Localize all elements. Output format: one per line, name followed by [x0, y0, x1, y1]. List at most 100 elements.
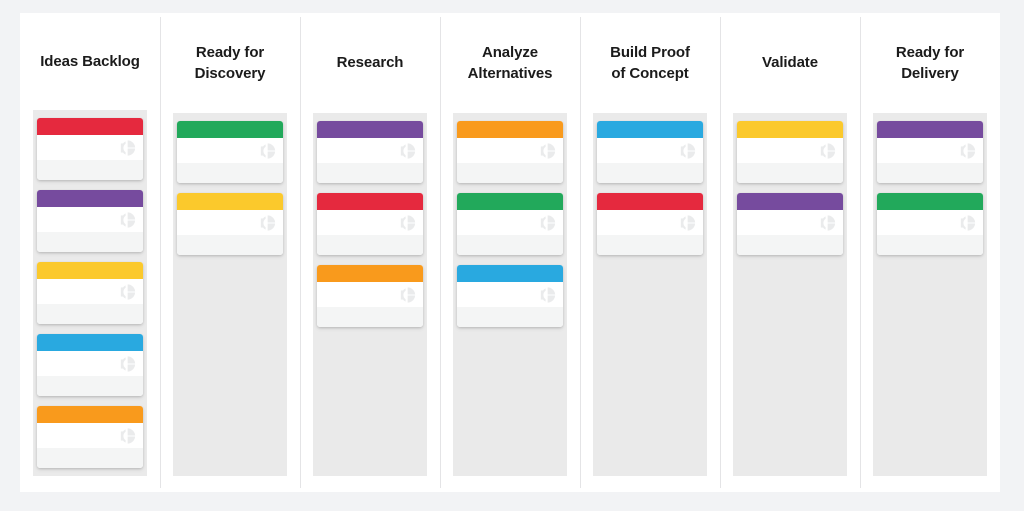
- card-body: [597, 138, 703, 163]
- card-footer: [457, 163, 563, 183]
- card-body: [737, 210, 843, 235]
- card-color-bar: [457, 265, 563, 282]
- column-title: Ready for Delivery: [895, 43, 965, 82]
- kanban-card[interactable]: [597, 193, 703, 255]
- card-color-bar: [317, 121, 423, 138]
- card-body: [457, 210, 563, 235]
- card-color-bar: [37, 334, 143, 351]
- card-color-bar: [877, 193, 983, 210]
- kanban-card[interactable]: [37, 190, 143, 252]
- kanban-logo-watermark-icon: [540, 214, 556, 231]
- kanban-logo-watermark-icon: [820, 142, 836, 159]
- kanban-card[interactable]: [37, 406, 143, 468]
- kanban-card[interactable]: [317, 193, 423, 255]
- card-body: [177, 210, 283, 235]
- column-header: Build Proof of Concept: [580, 13, 720, 113]
- kanban-column: Build Proof of Concept: [580, 13, 720, 492]
- column-card-list[interactable]: [733, 113, 847, 476]
- kanban-logo-watermark-icon: [400, 142, 416, 159]
- kanban-card[interactable]: [457, 265, 563, 327]
- card-color-bar: [877, 121, 983, 138]
- card-body: [37, 135, 143, 160]
- card-footer: [317, 307, 423, 327]
- kanban-card[interactable]: [37, 118, 143, 180]
- kanban-logo-watermark-icon: [960, 214, 976, 231]
- card-footer: [37, 232, 143, 252]
- kanban-board: Ideas Backlog Ready for Discovery Research…: [20, 13, 1000, 492]
- card-footer: [37, 160, 143, 180]
- kanban-column: Analyze Alternatives: [440, 13, 580, 492]
- column-title: Validate: [762, 54, 818, 72]
- card-body: [37, 351, 143, 376]
- card-color-bar: [317, 193, 423, 210]
- card-footer: [877, 163, 983, 183]
- kanban-logo-watermark-icon: [680, 214, 696, 231]
- card-body: [37, 279, 143, 304]
- card-color-bar: [37, 118, 143, 135]
- kanban-logo-watermark-icon: [680, 142, 696, 159]
- card-footer: [457, 307, 563, 327]
- card-footer: [37, 448, 143, 468]
- column-header: Ideas Backlog: [20, 13, 160, 110]
- kanban-card[interactable]: [177, 193, 283, 255]
- kanban-logo-watermark-icon: [120, 355, 136, 372]
- card-color-bar: [457, 121, 563, 138]
- card-body: [37, 207, 143, 232]
- kanban-card[interactable]: [37, 262, 143, 324]
- column-card-list[interactable]: [313, 113, 427, 476]
- kanban-card[interactable]: [177, 121, 283, 183]
- column-card-list[interactable]: [33, 110, 147, 476]
- card-color-bar: [597, 193, 703, 210]
- column-header: Ready for Discovery: [160, 13, 300, 113]
- card-footer: [457, 235, 563, 255]
- kanban-card[interactable]: [737, 121, 843, 183]
- kanban-card[interactable]: [877, 193, 983, 255]
- kanban-column: Ready for Delivery: [860, 13, 1000, 492]
- column-card-list[interactable]: [453, 113, 567, 476]
- card-body: [457, 282, 563, 307]
- kanban-logo-watermark-icon: [120, 139, 136, 156]
- kanban-logo-watermark-icon: [120, 211, 136, 228]
- card-footer: [37, 304, 143, 324]
- kanban-card[interactable]: [737, 193, 843, 255]
- column-title: Ready for Discovery: [194, 43, 266, 82]
- card-color-bar: [737, 193, 843, 210]
- kanban-column: Validate: [720, 13, 860, 492]
- kanban-card[interactable]: [597, 121, 703, 183]
- card-color-bar: [37, 406, 143, 423]
- card-color-bar: [457, 193, 563, 210]
- kanban-logo-watermark-icon: [120, 283, 136, 300]
- kanban-logo-watermark-icon: [400, 214, 416, 231]
- kanban-card[interactable]: [457, 121, 563, 183]
- card-body: [317, 210, 423, 235]
- kanban-logo-watermark-icon: [260, 214, 276, 231]
- card-footer: [737, 235, 843, 255]
- kanban-logo-watermark-icon: [540, 142, 556, 159]
- column-header: Analyze Alternatives: [440, 13, 580, 113]
- column-card-list[interactable]: [593, 113, 707, 476]
- card-color-bar: [177, 121, 283, 138]
- kanban-card[interactable]: [457, 193, 563, 255]
- card-footer: [177, 163, 283, 183]
- kanban-card[interactable]: [37, 334, 143, 396]
- card-footer: [877, 235, 983, 255]
- card-color-bar: [737, 121, 843, 138]
- card-body: [177, 138, 283, 163]
- column-header: Ready for Delivery: [860, 13, 1000, 113]
- card-body: [37, 423, 143, 448]
- kanban-card[interactable]: [877, 121, 983, 183]
- card-color-bar: [37, 190, 143, 207]
- column-card-list[interactable]: [173, 113, 287, 476]
- kanban-card[interactable]: [317, 121, 423, 183]
- column-card-list[interactable]: [873, 113, 987, 476]
- card-body: [877, 210, 983, 235]
- column-title: Research: [336, 54, 404, 72]
- card-body: [317, 138, 423, 163]
- column-header: Validate: [720, 13, 860, 113]
- kanban-card[interactable]: [317, 265, 423, 327]
- kanban-logo-watermark-icon: [400, 286, 416, 303]
- card-body: [877, 138, 983, 163]
- kanban-column: Ready for Discovery: [160, 13, 300, 492]
- card-color-bar: [177, 193, 283, 210]
- card-footer: [177, 235, 283, 255]
